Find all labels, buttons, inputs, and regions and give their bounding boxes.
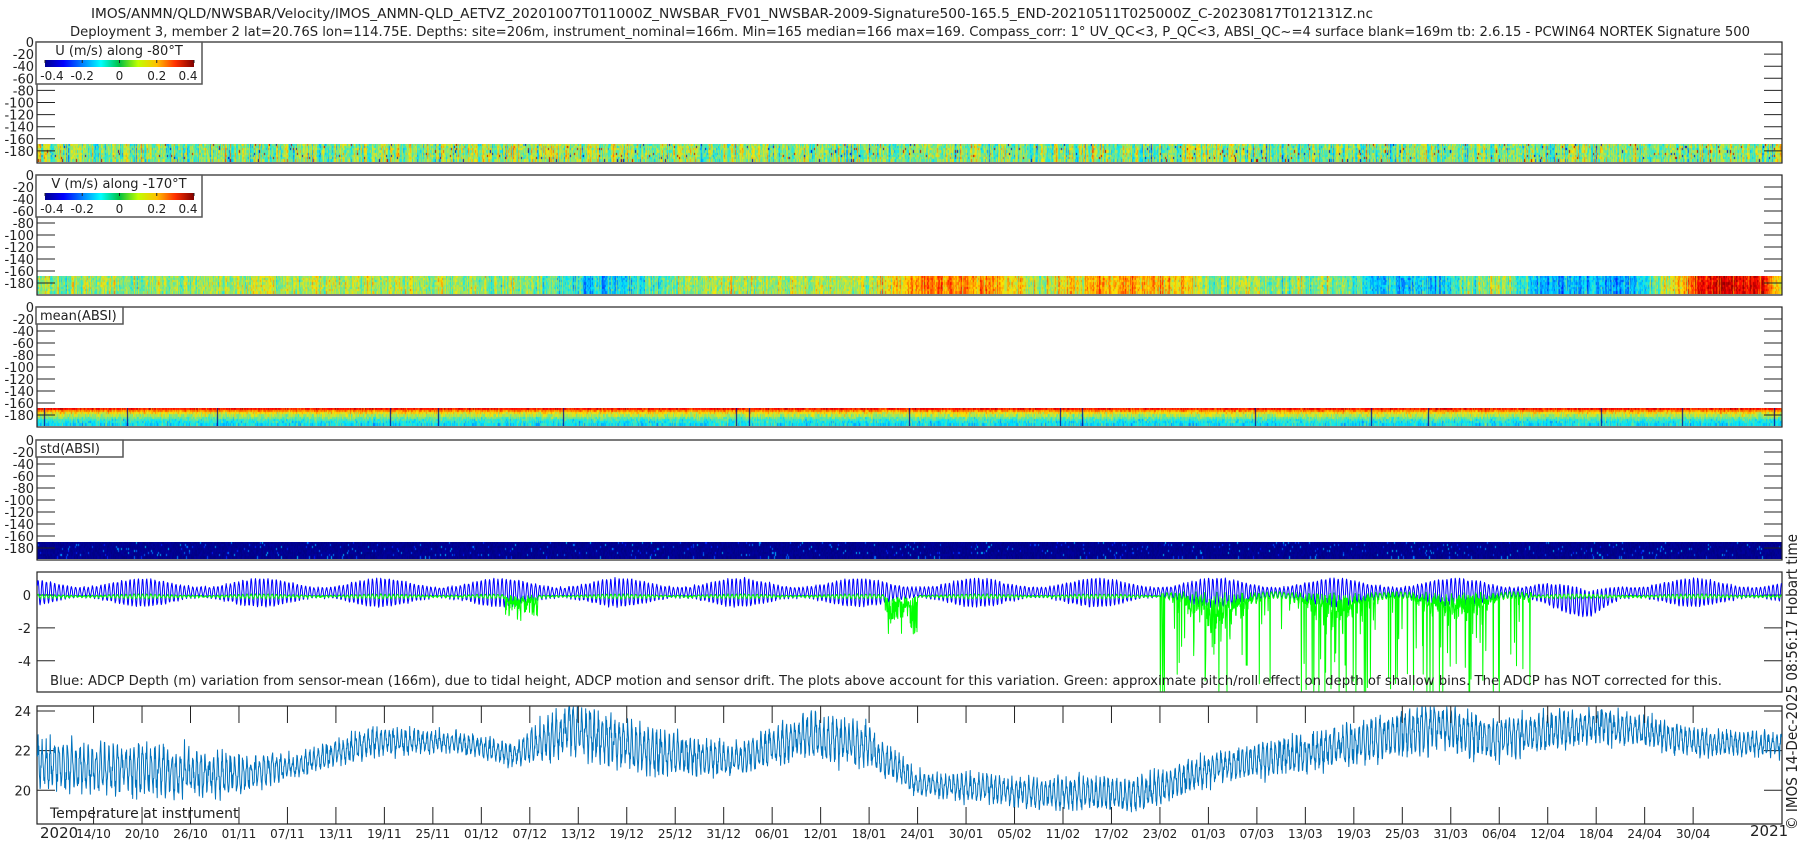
x-tick-label: 19/11 xyxy=(367,827,402,841)
credit-text: © IMOS 14-Dec-2025 08:56:17 Hobart time xyxy=(1783,534,1800,830)
x-tick-label: 11/02 xyxy=(1046,827,1081,841)
x-tick-label: 01/03 xyxy=(1191,827,1226,841)
x-tick-label: 26/10 xyxy=(173,827,208,841)
y-tick-label: -4 xyxy=(18,655,31,670)
x-tick-label: 25/12 xyxy=(658,827,693,841)
y-tick-label: -2 xyxy=(18,622,31,637)
colorbar-legend-u: U (m/s) along -80°T -0.4 -0.2 0 0.2 0.4 xyxy=(35,41,203,85)
legend-title: std(ABSI) xyxy=(40,442,100,457)
x-tick-label: 07/12 xyxy=(513,827,548,841)
temperature-line xyxy=(36,706,1782,813)
colorbar-legend-v: V (m/s) along -170°T -0.4 -0.2 0 0.2 0.4 xyxy=(35,174,203,218)
axes-frame-mean_absi xyxy=(36,306,1783,428)
temperature-annotation: Temperature at instrument xyxy=(49,806,239,822)
x-tick-label: 24/01 xyxy=(900,827,935,841)
y-tick-label: 24 xyxy=(14,705,31,720)
depth-panel-annotation: Blue: ADCP Depth (m) variation from sens… xyxy=(50,673,1722,689)
legend-std_absi: std(ABSI) xyxy=(35,439,124,458)
colorbar-tick-label: -0.4 xyxy=(40,69,63,83)
legend-title: V (m/s) along -170°T xyxy=(51,177,186,192)
y-tick-label: -180 xyxy=(4,542,34,557)
axes-frame-temperature xyxy=(36,705,1783,825)
figure: IMOS/ANMN/QLD/NWSBAR/Velocity/IMOS_ANMN-… xyxy=(0,0,1800,850)
x-tick-label: 19/03 xyxy=(1337,827,1372,841)
y-tick-label: 20 xyxy=(14,784,31,799)
colorbar-tick-label: 0.2 xyxy=(147,69,166,83)
x-tick-label: 06/04 xyxy=(1482,827,1517,841)
y-tick-label: -180 xyxy=(4,277,34,292)
colorbar-tick-label: -0.4 xyxy=(40,202,63,216)
x-tick-label: 13/11 xyxy=(319,827,354,841)
legend-title: mean(ABSI) xyxy=(40,309,117,324)
y-tick-label: -180 xyxy=(4,145,34,160)
x-tick-label: 18/04 xyxy=(1579,827,1614,841)
y-tick-label: 0 xyxy=(23,589,31,604)
axes-frame-v xyxy=(36,174,1783,296)
colorbar-tick-label: -0.2 xyxy=(71,202,94,216)
x-tick-label: 31/03 xyxy=(1433,827,1468,841)
x-tick-label: 30/01 xyxy=(949,827,984,841)
x-tick-label: 13/12 xyxy=(561,827,596,841)
x-tick-label: 01/12 xyxy=(464,827,499,841)
x-tick-label: 12/04 xyxy=(1530,827,1565,841)
axes-frame-u xyxy=(36,41,1783,164)
x-tick-label: 01/11 xyxy=(222,827,257,841)
x-tick-label: 07/03 xyxy=(1240,827,1275,841)
colorbar-tick-label: 0 xyxy=(116,202,124,216)
x-tick-label: 20/10 xyxy=(125,827,160,841)
title-line-1: IMOS/ANMN/QLD/NWSBAR/Velocity/IMOS_ANMN-… xyxy=(91,6,1373,22)
x-axis-start-year: 2020 xyxy=(40,824,78,842)
colorbar-tick-label: 0.2 xyxy=(147,202,166,216)
title-line-2: Deployment 3, member 2 lat=20.76S lon=11… xyxy=(70,24,1750,40)
y-tick-label: -180 xyxy=(4,409,34,424)
x-tick-label: 18/01 xyxy=(852,827,887,841)
x-tick-label: 05/02 xyxy=(997,827,1032,841)
colorbar-tick-label: 0.4 xyxy=(178,69,197,83)
x-tick-label: 19/12 xyxy=(609,827,644,841)
colorbar-tick-label: 0 xyxy=(116,69,124,83)
x-tick-label: 14/10 xyxy=(76,827,111,841)
x-tick-label: 13/03 xyxy=(1288,827,1323,841)
x-tick-label: 06/01 xyxy=(755,827,790,841)
axes-layer: IMOS/ANMN/QLD/NWSBAR/Velocity/IMOS_ANMN-… xyxy=(4,6,1800,842)
axes-frame-std_absi xyxy=(36,439,1783,561)
legend-mean_absi: mean(ABSI) xyxy=(35,306,124,325)
x-tick-label: 24/04 xyxy=(1627,827,1662,841)
x-tick-label: 17/02 xyxy=(1094,827,1129,841)
x-tick-label: 30/04 xyxy=(1676,827,1711,841)
colorbar-tick-label: 0.4 xyxy=(178,202,197,216)
y-tick-label: 22 xyxy=(14,745,31,760)
colorbar-tick-label: -0.2 xyxy=(71,69,94,83)
x-tick-label: 31/12 xyxy=(706,827,741,841)
x-tick-label: 07/11 xyxy=(270,827,305,841)
x-tick-label: 25/03 xyxy=(1385,827,1420,841)
legend-title: U (m/s) along -80°T xyxy=(55,44,183,59)
x-tick-label: 23/02 xyxy=(1143,827,1178,841)
x-tick-label: 12/01 xyxy=(803,827,838,841)
x-tick-label: 25/11 xyxy=(416,827,451,841)
